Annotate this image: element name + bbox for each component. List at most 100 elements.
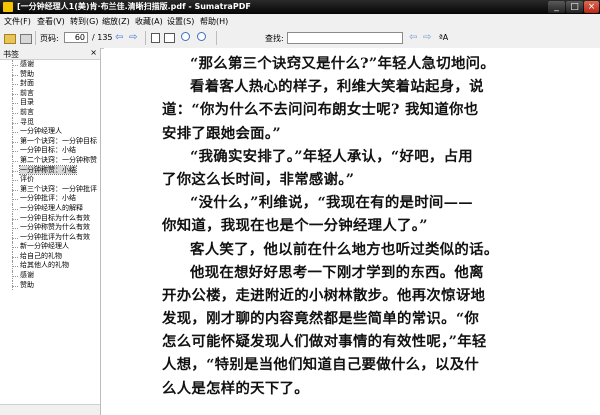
- title-bar: [一分钟经理人1(美)肯·布兰佳.清晰扫描版.pdf - SumatraPDF …: [0, 0, 600, 14]
- maximize-button[interactable]: □: [566, 1, 583, 13]
- close-sidebar-icon[interactable]: ×: [90, 48, 97, 57]
- find-next-icon[interactable]: ⇨: [423, 32, 431, 43]
- open-icon[interactable]: [4, 34, 16, 44]
- minimize-button[interactable]: _: [548, 1, 565, 13]
- document-view[interactable]: “那么第三个诀窍又是什么?”年轻人急切地问。 看着客人热心的样子，利维大笑着站起身…: [104, 48, 600, 415]
- text-line: 了你这么长时间，非常感谢。”: [162, 170, 355, 188]
- text-line: 开办公楼，走进附近的小树林散步。他再次惊讶地: [162, 286, 486, 304]
- next-page-icon[interactable]: ⇨: [129, 32, 137, 43]
- menu-favorites[interactable]: 收藏(A): [135, 16, 163, 27]
- bookmark-item[interactable]: 一分钟经理人的解释: [0, 203, 100, 214]
- bookmark-item[interactable]: 感谢: [0, 60, 100, 70]
- bookmark-item[interactable]: 目录: [0, 98, 100, 108]
- page-content: “那么第三个诀窍又是什么?”年轻人急切地问。 看着客人热心的样子，利维大笑着站起身…: [162, 52, 518, 400]
- bookmark-label: 第一个诀窍：一分钟目标: [20, 136, 97, 145]
- menu-view[interactable]: 查看(V): [37, 16, 65, 27]
- menu-file[interactable]: 文件(F): [4, 16, 31, 27]
- bookmark-label: 给其他人的礼物: [20, 261, 69, 270]
- page-total: / 135: [92, 33, 113, 42]
- menu-help[interactable]: 帮助(H): [200, 16, 228, 27]
- text-line: 道：“你为什么不去问问布朗女士呢? 我知道你也: [162, 101, 479, 119]
- text-line: “那么第三个诀窍又是什么?”年轻人急切地问。: [190, 55, 496, 72]
- bookmark-item[interactable]: 第一个诀窍：一分钟目标: [0, 136, 100, 147]
- text-line: 你知道，我现在也是个一分钟经理人了。”: [162, 217, 428, 235]
- text-line: “没什么，”利维说，“我现在有的是时间——: [190, 194, 473, 212]
- toolbar-separator: [216, 31, 217, 45]
- bookmark-item[interactable]: 前言: [0, 88, 100, 99]
- bookmark-label: 一分钟经理人: [20, 127, 62, 136]
- menu-goto[interactable]: 转到(G): [70, 16, 98, 27]
- bookmark-item[interactable]: 一分钟称赞为什么有效: [0, 223, 100, 233]
- text-line: 么人是怎样的天下了。: [162, 379, 309, 397]
- bookmark-item[interactable]: 一分钟称赞：小结: [0, 164, 100, 176]
- text-line: 发现，刚才聊的内容竟然都是些简单的常识。“你: [162, 310, 480, 328]
- bookmarks-title: 书签: [3, 50, 19, 59]
- bookmark-label: 目录: [20, 98, 34, 107]
- text-line: 人想，“特别是当他们知道自己要做什么，以及什: [162, 356, 480, 374]
- bookmark-label: 给自己的礼物: [20, 251, 62, 260]
- text-line: 安排了跟她会面。”: [162, 124, 281, 142]
- menu-settings[interactable]: 设置(S): [167, 16, 194, 27]
- bookmark-item[interactable]: 第三个诀窍：一分钟批评: [0, 184, 100, 195]
- bookmark-label: 感谢: [20, 60, 34, 68]
- bookmark-label: 一分钟批评为什么有效: [20, 232, 90, 241]
- text-line: 看着客人热心的样子，利维大笑着站起身，说: [190, 78, 484, 96]
- bookmarks-header: 书签 ×: [0, 48, 100, 60]
- text-line: “我确实安排了。”年轻人承认，“好吧，占用: [190, 147, 473, 165]
- match-case-toggle[interactable]: ªA: [439, 33, 448, 42]
- bookmark-item[interactable]: 评价: [0, 175, 100, 185]
- find-prev-icon[interactable]: ⇦: [409, 32, 417, 43]
- window-title: [一分钟经理人1(美)肯·布兰佳.清晰扫描版.pdf - SumatraPDF: [17, 2, 251, 11]
- prev-page-icon[interactable]: ⇦: [115, 32, 123, 43]
- page-number-input[interactable]: 60: [64, 32, 88, 43]
- horizontal-scrollbar[interactable]: [0, 404, 100, 415]
- bookmark-label: 赞助: [20, 69, 34, 78]
- find-label: 查找:: [265, 34, 284, 43]
- bookmark-label: 感谢: [20, 271, 34, 280]
- toolbar-separator: [145, 31, 146, 45]
- text-line: 怎么可能怀疑发现人们做对事情的有效性呢，”年轻: [162, 333, 487, 351]
- bookmark-label: 一分钟称赞：小结: [19, 164, 77, 175]
- bookmark-item[interactable]: 一分钟目标为什么有效: [0, 213, 100, 224]
- bookmark-label: 赞助: [20, 280, 34, 289]
- bookmark-item[interactable]: 一分钟批评为什么有效: [0, 232, 100, 243]
- bookmark-item[interactable]: 赞助: [0, 280, 100, 291]
- zoom-in-icon[interactable]: [197, 32, 206, 41]
- bookmark-tree: 感谢 赞助 封面 前言 目录 前言 寻觅 一分钟经理人 第一个诀窍：一分钟目标 一分钟目标：小结第…: [0, 60, 100, 400]
- zoom-out-icon[interactable]: [181, 32, 190, 41]
- bookmark-item[interactable]: 新一分钟经理人: [0, 242, 100, 252]
- bookmark-item[interactable]: 一分钟目标：小结: [0, 146, 100, 156]
- fit-width-icon[interactable]: [164, 33, 175, 43]
- bookmark-item[interactable]: 第二个诀窍：一分钟称赞: [0, 155, 100, 166]
- bookmark-item[interactable]: 一分钟经理人: [0, 127, 100, 137]
- fit-page-icon[interactable]: [151, 33, 160, 43]
- bookmark-label: 评价: [20, 175, 34, 184]
- bookmark-label: 新一分钟经理人: [20, 242, 69, 251]
- toolbar: 页码: 60 / 135 ⇦ ⇨ 查找: ⇦ ⇨ ªA: [0, 28, 600, 49]
- bookmark-label: 一分钟目标：小结: [20, 146, 76, 155]
- bookmark-label: 第三个诀窍：一分钟批评: [20, 184, 97, 193]
- bookmark-label: 封面: [20, 79, 34, 88]
- text-line: 他现在想好好思考一下刚才学到的东西。他离: [190, 263, 484, 281]
- bookmark-item[interactable]: 封面: [0, 79, 100, 89]
- bookmark-item[interactable]: 赞助: [0, 69, 100, 80]
- bookmark-label: 前言: [20, 107, 34, 116]
- toolbar-separator: [35, 31, 36, 45]
- bookmark-label: 一分钟目标为什么有效: [20, 213, 90, 222]
- bookmark-label: 一分钟经理人的解释: [20, 203, 83, 212]
- page-label: 页码:: [40, 34, 59, 43]
- bookmark-item[interactable]: 前言: [0, 107, 100, 118]
- bookmark-item[interactable]: 寻觅: [0, 117, 100, 128]
- bookmark-item[interactable]: 给其他人的礼物: [0, 261, 100, 271]
- close-button[interactable]: ×: [584, 1, 599, 13]
- menu-zoom[interactable]: 缩放(Z): [102, 16, 130, 27]
- text-line: 客人笑了，他以前在什么地方也听过类似的话。: [190, 240, 499, 258]
- search-input[interactable]: [287, 32, 403, 44]
- bookmark-item[interactable]: 一分钟批评：小结: [0, 194, 100, 204]
- bookmark-label: 第二个诀窍：一分钟称赞: [20, 155, 97, 164]
- bookmark-item[interactable]: 感谢: [0, 271, 100, 281]
- print-icon[interactable]: [20, 34, 32, 44]
- bookmark-label: 一分钟称赞为什么有效: [20, 223, 90, 232]
- bookmark-label: 寻觅: [20, 117, 34, 126]
- bookmark-label: 前言: [20, 88, 34, 97]
